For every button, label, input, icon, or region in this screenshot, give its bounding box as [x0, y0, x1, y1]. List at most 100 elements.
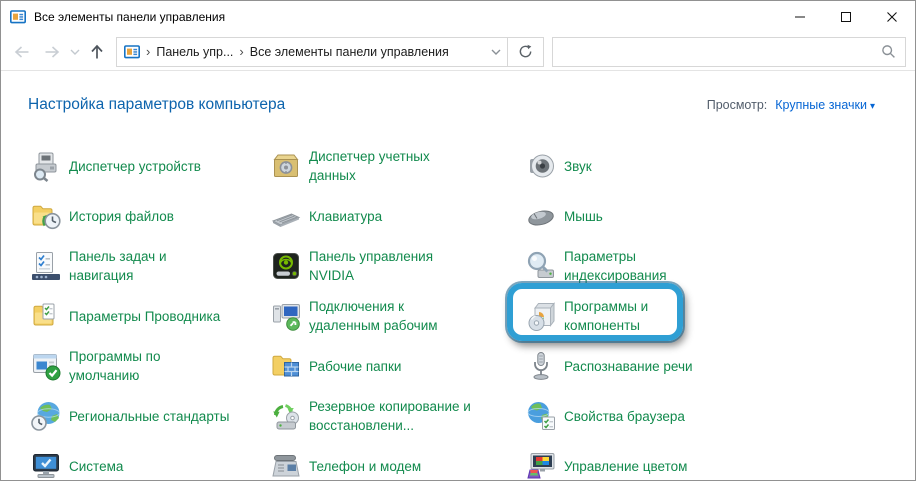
recent-locations-button[interactable] — [67, 37, 83, 67]
control-panel-item-default-programs[interactable]: Программы по умолчанию — [29, 341, 269, 391]
refresh-button[interactable] — [508, 37, 544, 67]
control-panel-item-indexing-options[interactable]: Параметры индексирования — [524, 241, 915, 291]
item-label: История файлов — [69, 207, 174, 226]
refresh-icon — [518, 44, 533, 59]
item-label: Программы и компоненты — [564, 297, 648, 335]
item-label: Диспетчер учетных данных — [309, 147, 430, 185]
view-by: Просмотр: Крупные значки▾ — [707, 98, 875, 112]
item-label: Клавиатура — [309, 207, 382, 226]
control-panel-window: Все элементы панели управления › Панель … — [0, 0, 916, 481]
internet-options-icon — [524, 399, 558, 433]
window-title: Все элементы панели управления — [34, 10, 225, 24]
items-column-3: Звук Мышь Параметры индексирования Программ… — [524, 141, 915, 481]
control-panel-item-programs-and-features[interactable]: Программы и компоненты — [524, 291, 915, 341]
backup-restore-icon — [269, 399, 303, 433]
control-panel-item-taskbar-navigation[interactable]: Панель задач и навигация — [29, 241, 269, 291]
control-panel-item-explorer-options[interactable]: Параметры Проводника — [29, 291, 269, 341]
up-arrow-icon — [89, 43, 105, 61]
control-panel-icon — [124, 44, 140, 60]
search-box — [552, 37, 906, 67]
address-dropdown-button[interactable] — [491, 49, 501, 55]
dropdown-arrow-icon: ▾ — [870, 101, 875, 112]
title-bar: Все элементы панели управления — [1, 1, 915, 33]
item-label: Телефон и модем — [309, 457, 421, 476]
item-label: Резервное копирование и восстановлени... — [309, 397, 471, 435]
explorer-options-icon — [29, 299, 63, 333]
item-label: Подключения к удаленным рабочим — [309, 297, 438, 335]
up-button[interactable] — [83, 37, 111, 67]
control-panel-item-keyboard[interactable]: Клавиатура — [269, 191, 524, 241]
control-panel-item-regional-standards[interactable]: Региональные стандарты — [29, 391, 269, 441]
nvidia-icon — [269, 249, 303, 283]
control-panel-item-speech-recognition[interactable]: Распознавание речи — [524, 341, 915, 391]
breadcrumb-separator: › — [146, 45, 150, 58]
item-label: Параметры индексирования — [564, 247, 667, 285]
control-panel-item-work-folders[interactable]: Рабочие папки — [269, 341, 524, 391]
control-panel-item-sound[interactable]: Звук — [524, 141, 915, 191]
minimize-button[interactable] — [777, 1, 823, 33]
keyboard-icon — [269, 199, 303, 233]
close-icon — [884, 9, 900, 25]
chevron-down-icon — [70, 49, 80, 55]
work-folders-icon — [269, 349, 303, 383]
navigation-bar: › Панель упр... › Все элементы панели уп… — [1, 33, 915, 71]
address-bar[interactable]: › Панель упр... › Все элементы панели уп… — [116, 37, 508, 67]
breadcrumb-segment-current[interactable]: Все элементы панели управления — [250, 45, 449, 59]
remote-desktop-icon — [269, 299, 303, 333]
credential-manager-icon — [269, 149, 303, 183]
color-management-icon — [524, 449, 558, 481]
page-title: Настройка параметров компьютера — [28, 96, 285, 114]
chevron-down-icon — [491, 49, 501, 55]
speech-recognition-icon — [524, 349, 558, 383]
breadcrumb-separator: › — [239, 45, 243, 58]
window-controls — [777, 1, 915, 33]
device-manager-icon — [29, 149, 63, 183]
default-programs-icon — [29, 349, 63, 383]
mouse-icon — [524, 199, 558, 233]
regional-standards-icon — [29, 399, 63, 433]
item-label: Программы по умолчанию — [69, 347, 161, 385]
search-icon — [881, 44, 896, 59]
control-panel-item-mouse[interactable]: Мышь — [524, 191, 915, 241]
control-panel-item-backup-restore[interactable]: Резервное копирование и восстановлени... — [269, 391, 524, 441]
control-panel-item-color-management[interactable]: Управление цветом — [524, 441, 915, 481]
item-label: Свойства браузера — [564, 407, 685, 426]
file-history-icon — [29, 199, 63, 233]
control-panel-item-remote-desktop-connections[interactable]: Подключения к удаленным рабочим — [269, 291, 524, 341]
breadcrumb-segment-root[interactable]: Панель упр... — [156, 45, 233, 59]
item-label: Панель задач и навигация — [69, 247, 167, 285]
item-label: Звук — [564, 157, 592, 176]
taskbar-navigation-icon — [29, 249, 63, 283]
system-icon — [29, 449, 63, 481]
search-input[interactable] — [562, 44, 881, 60]
back-arrow-icon — [13, 44, 31, 60]
control-panel-item-internet-options[interactable]: Свойства браузера — [524, 391, 915, 441]
control-panel-item-device-manager[interactable]: Диспетчер устройств — [29, 141, 269, 191]
control-panel-icon — [10, 9, 26, 25]
sound-icon — [524, 149, 558, 183]
close-button[interactable] — [869, 1, 915, 33]
maximize-button[interactable] — [823, 1, 869, 33]
view-by-dropdown[interactable]: Крупные значки▾ — [775, 98, 875, 112]
item-label: Система — [69, 457, 123, 476]
items-column-2: Диспетчер учетных данных Клавиатура Панель… — [269, 141, 524, 481]
programs-features-icon — [524, 299, 558, 333]
control-panel-item-credential-manager[interactable]: Диспетчер учетных данных — [269, 141, 524, 191]
phone-modem-icon — [269, 449, 303, 481]
control-panel-item-system[interactable]: Система — [29, 441, 269, 481]
control-panel-item-file-history[interactable]: История файлов — [29, 191, 269, 241]
view-by-label: Просмотр: — [707, 98, 768, 112]
maximize-icon — [838, 9, 854, 25]
forward-button[interactable] — [37, 37, 67, 67]
forward-arrow-icon — [43, 44, 61, 60]
items-grid: Диспетчер устройств История файлов Панель … — [29, 141, 915, 481]
item-label: Мышь — [564, 207, 603, 226]
control-panel-item-nvidia-control-panel[interactable]: Панель управления NVIDIA — [269, 241, 524, 291]
item-label: Параметры Проводника — [69, 307, 220, 326]
item-label: Рабочие папки — [309, 357, 401, 376]
items-column-1: Диспетчер устройств История файлов Панель … — [29, 141, 269, 481]
item-label: Региональные стандарты — [69, 407, 229, 426]
item-label: Диспетчер устройств — [69, 157, 201, 176]
control-panel-item-phone-modem[interactable]: Телефон и модем — [269, 441, 524, 481]
back-button[interactable] — [7, 37, 37, 67]
